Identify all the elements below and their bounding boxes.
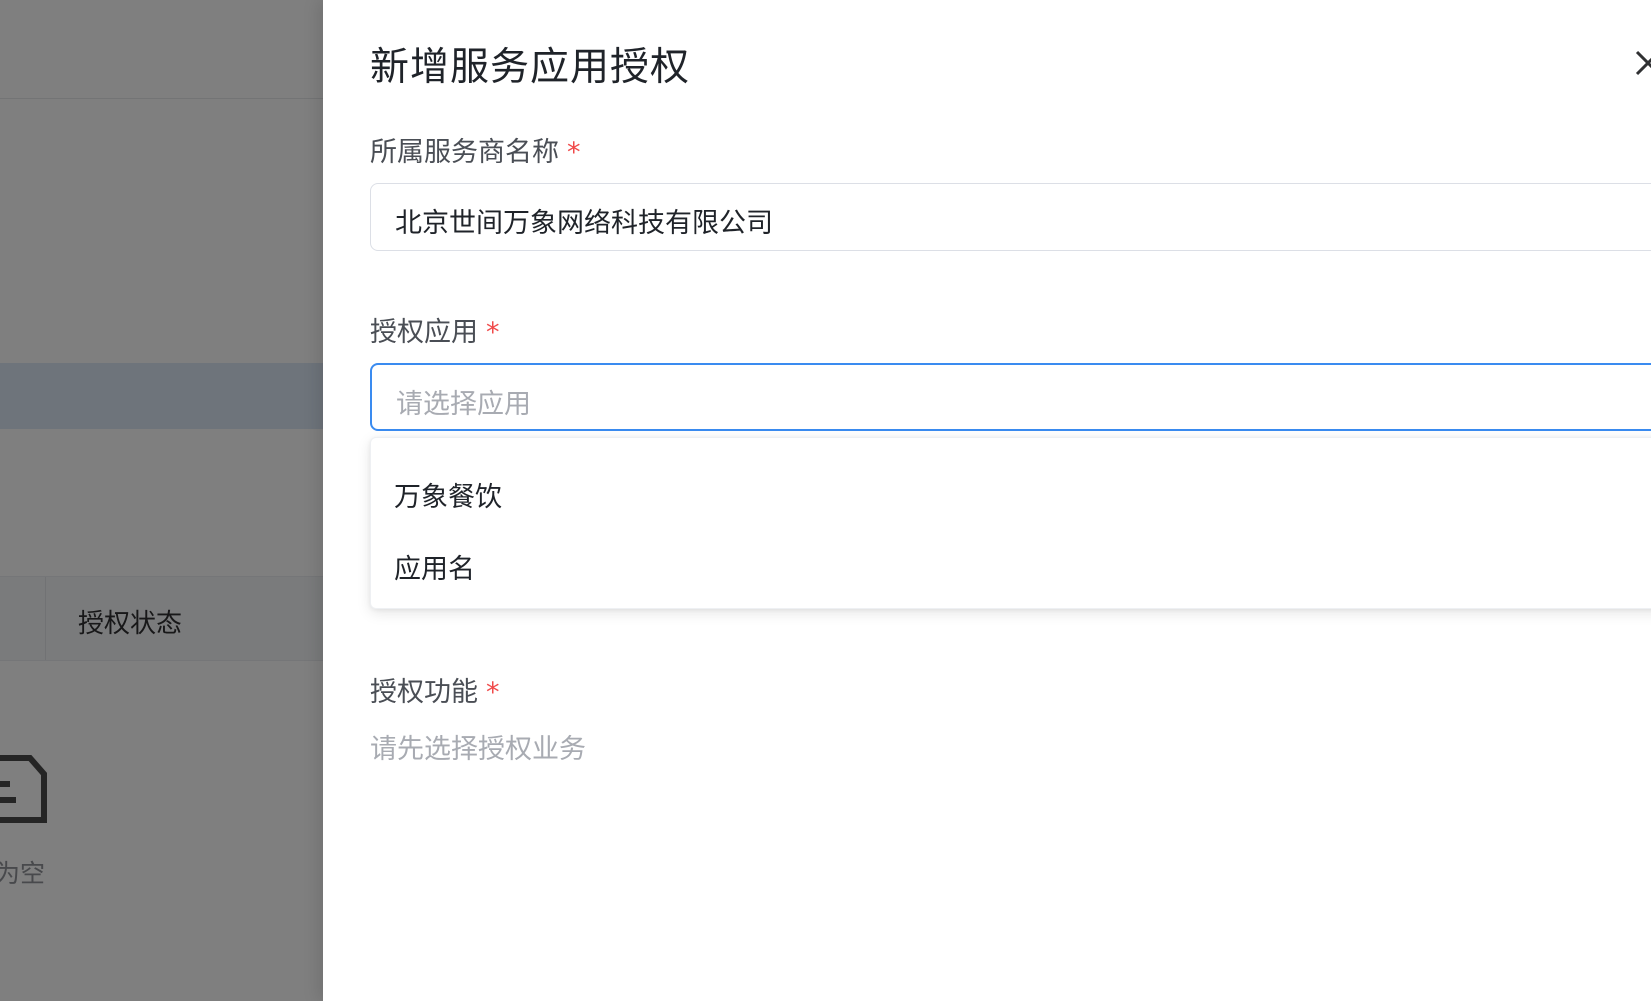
provider-select[interactable]: 北京世间万象网络科技有限公司 [370, 183, 1651, 251]
app-label-text: 授权应用 [370, 317, 478, 348]
functions-label-text: 授权功能 [370, 677, 478, 708]
required-mark: * [567, 137, 581, 168]
dropdown-option[interactable]: 应用名 [394, 547, 475, 586]
app-select[interactable]: 请选择应用 [370, 363, 1651, 431]
dropdown-option[interactable]: 万象餐饮 [394, 475, 502, 514]
functions-hint: 请先选择授权业务 [370, 734, 586, 765]
add-authorization-drawer: 新增服务应用授权 所属服务商名称 * 北京世间万象网络科技有限公司 授权应用 * 请… [323, 0, 1651, 1001]
app-select-placeholder: 请选择应用 [396, 389, 531, 420]
app-dropdown: 万象餐饮 应用名 [370, 437, 1651, 609]
provider-select-value: 北京世间万象网络科技有限公司 [395, 208, 773, 239]
app-label: 授权应用 * [370, 310, 500, 349]
close-icon[interactable] [1633, 44, 1651, 80]
provider-label-text: 所属服务商名称 [370, 137, 559, 168]
provider-label: 所属服务商名称 * [370, 130, 581, 169]
required-mark: * [486, 317, 500, 348]
required-mark: * [486, 677, 500, 708]
functions-label: 授权功能 * [370, 670, 500, 709]
drawer-title: 新增服务应用授权 [370, 45, 691, 90]
